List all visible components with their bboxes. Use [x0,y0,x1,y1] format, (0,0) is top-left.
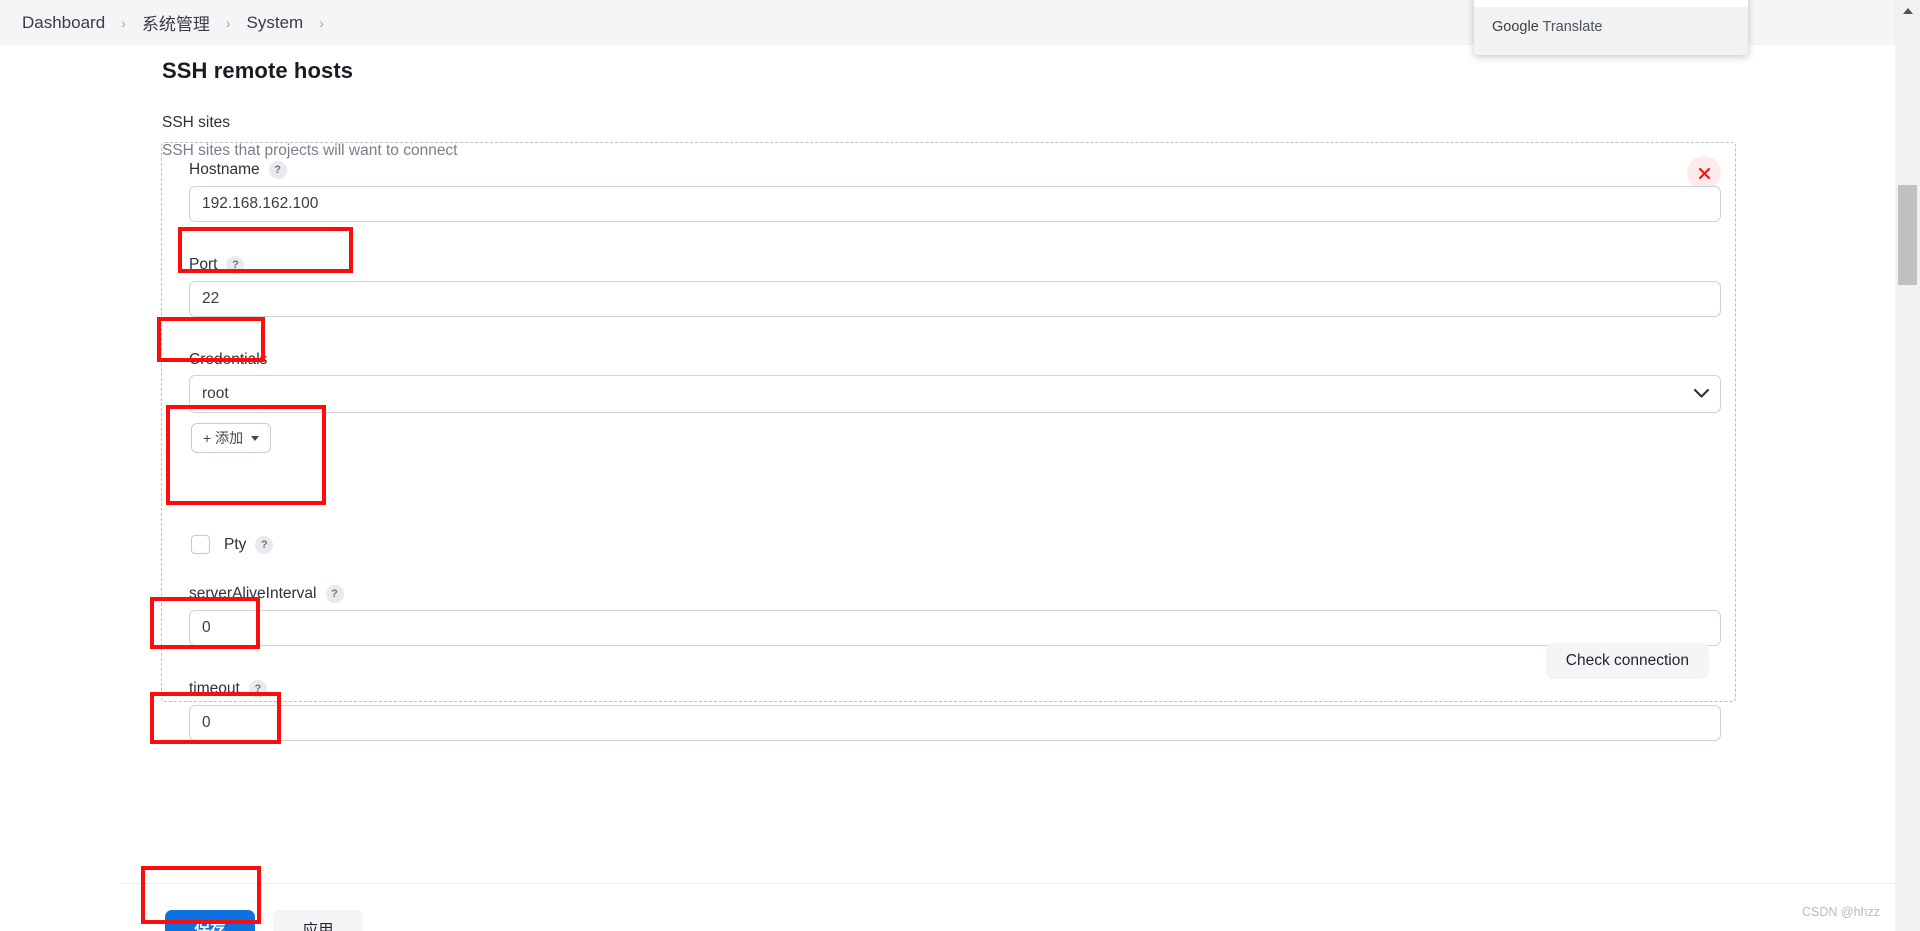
vertical-scrollbar[interactable] [1895,0,1920,931]
ssh-host-card: Hostname? Port? Credentials [161,142,1736,742]
server-alive-interval-label: serverAliveInterval [189,585,317,602]
credentials-label: Credentials [189,351,268,368]
hostname-input[interactable] [189,186,1721,223]
breadcrumb-separator-icon: › [121,14,126,31]
app-root: Dashboard › 系统管理 › System › SSH remote h… [0,0,1920,931]
breadcrumb-separator-icon: › [225,14,231,31]
hostname-help-icon[interactable]: ? [268,161,287,179]
hostname-label: Hostname [189,161,260,178]
main-content: SSH remote hosts SSH sites SSH sites tha… [120,45,1895,931]
breadcrumb-separator-icon: › [319,14,324,31]
google-translate-progress-area [1474,0,1748,7]
add-credential-button[interactable]: + 添加 [191,423,272,454]
section-label: SSH sites [162,114,231,131]
port-help-icon[interactable]: ? [226,256,245,274]
page-title: SSH remote hosts [162,58,354,83]
breadcrumb-item-dashboard[interactable]: Dashboard [20,13,107,33]
add-credential-label: + 添加 [203,430,244,447]
apply-button[interactable]: 应用 [273,910,363,931]
footer-bar: 保存 应用 [120,883,1895,931]
watermark: CSDN @hhzz [1802,905,1880,919]
timeout-label: timeout [189,680,240,697]
save-button[interactable]: 保存 [165,910,255,931]
scroll-up-arrow-icon[interactable] [1895,0,1920,22]
pty-label: Pty [224,535,247,553]
google-translate-product: Translate [1538,19,1603,35]
timeout-input[interactable] [189,705,1721,742]
breadcrumb-item-system-management[interactable]: 系统管理 [140,10,212,35]
breadcrumb-item-system[interactable]: System [245,13,306,33]
pty-checkbox[interactable] [191,535,210,554]
google-translate-popup[interactable]: Google Translate [1474,0,1748,55]
google-translate-label: Google Translate [1492,19,1602,35]
left-gutter [0,45,120,931]
pty-help-icon[interactable]: ? [255,535,274,554]
server-alive-interval-help-icon[interactable]: ? [325,585,344,603]
port-label: Port [189,256,218,273]
credentials-select[interactable] [189,375,1721,414]
google-translate-brand: Google [1492,19,1539,35]
check-connection-button[interactable]: Check connection [1545,643,1709,679]
caret-down-icon [251,435,260,441]
scrollbar-thumb[interactable] [1898,185,1917,285]
server-alive-interval-input[interactable] [189,610,1721,647]
port-input[interactable] [189,281,1721,318]
timeout-help-icon[interactable]: ? [248,680,267,698]
